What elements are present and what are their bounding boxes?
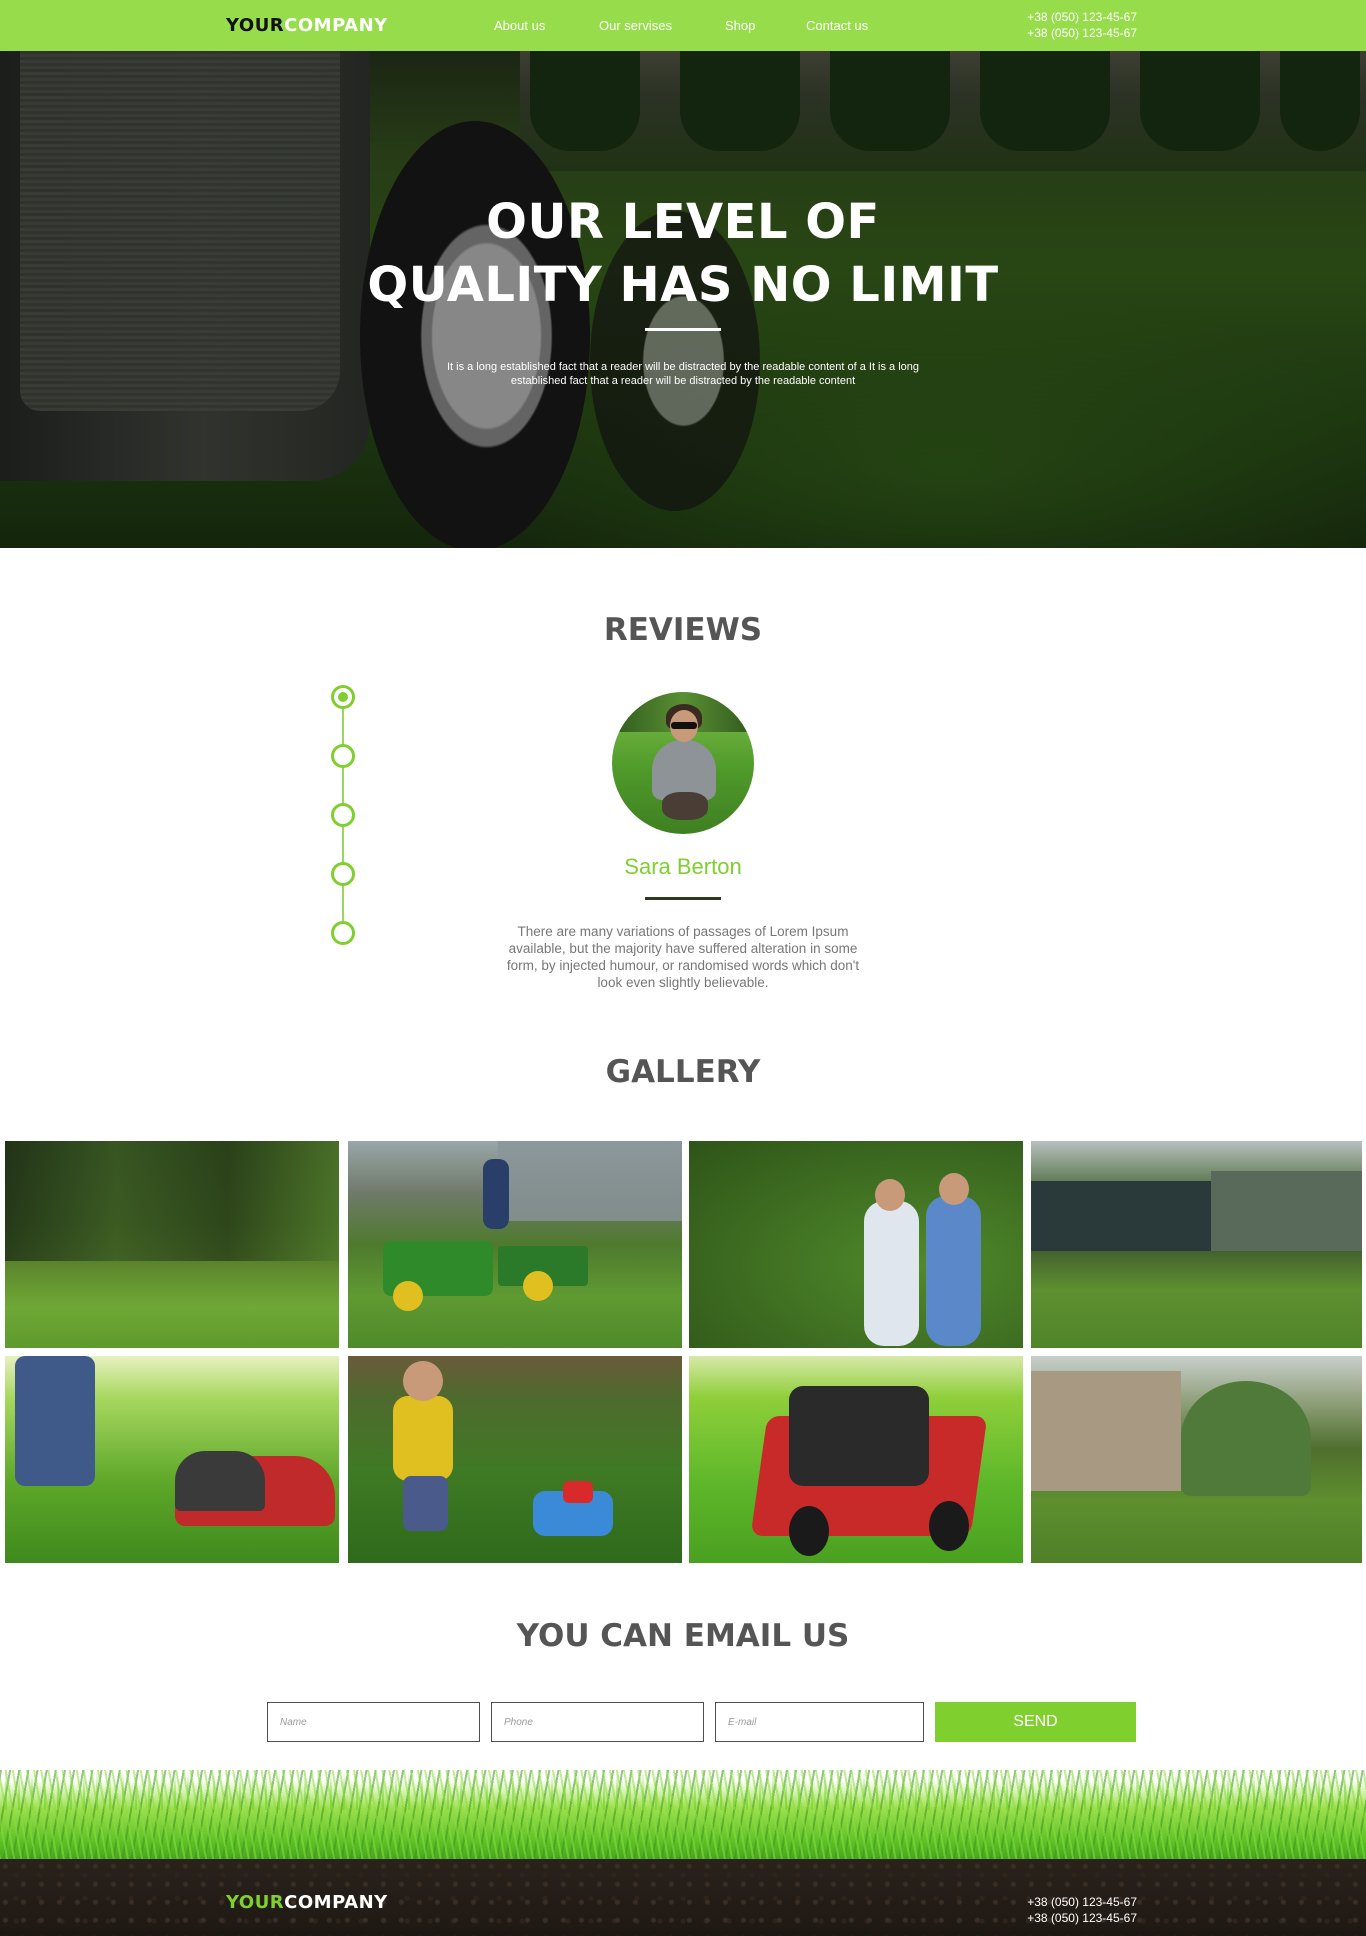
footer: YOURCOMPANY +38 (050) 123-45-67 +38 (050… <box>0 1859 1366 1936</box>
avatar-sunglasses <box>671 722 697 729</box>
phone-input[interactable] <box>491 1702 704 1742</box>
hero-title-line-2: QUALITY HAS NO LIMIT <box>367 257 999 313</box>
header-phone-2[interactable]: +38 (050) 123-45-67 <box>1027 25 1137 41</box>
gallery-image-children-on-grass[interactable] <box>689 1141 1023 1348</box>
review-slider-dot-2[interactable] <box>331 744 355 768</box>
footer-logo[interactable]: YOURCOMPANY <box>226 1892 388 1913</box>
gallery-image-house-yard[interactable] <box>1031 1141 1362 1348</box>
gallery-face <box>875 1179 905 1211</box>
gallery-girl <box>864 1201 919 1346</box>
gallery-mower-wheel <box>789 1506 829 1556</box>
footer-phones: +38 (050) 123-45-67 +38 (050) 123-45-67 <box>1027 1894 1137 1926</box>
hero-divider <box>645 328 721 331</box>
gallery-image-red-lawn-mower[interactable] <box>689 1356 1023 1563</box>
reviewer-avatar <box>612 692 754 834</box>
gallery-toy-mower-top <box>563 1481 593 1503</box>
avatar-shirt <box>652 740 716 800</box>
gallery-wheel <box>523 1271 553 1301</box>
gallery-house <box>1211 1171 1362 1251</box>
gallery-child-face <box>403 1361 443 1401</box>
gallery-child-shorts <box>403 1476 448 1531</box>
reviewer-divider <box>645 897 721 900</box>
footer-phone-1[interactable]: +38 (050) 123-45-67 <box>1027 1894 1137 1910</box>
gallery-image-push-mower[interactable] <box>5 1356 339 1563</box>
nav-link-our-services[interactable]: Our servises <box>599 18 672 33</box>
gallery-building <box>1031 1371 1181 1491</box>
gallery-title: GALLERY <box>605 1054 761 1090</box>
gallery-person <box>483 1159 509 1229</box>
gallery-trees <box>5 1141 339 1261</box>
review-slider-dot-3[interactable] <box>331 803 355 827</box>
reviewer-name: Sara Berton <box>624 854 742 879</box>
nav-link-shop[interactable]: Shop <box>725 18 755 33</box>
logo-part-your: YOUR <box>226 15 285 36</box>
logo-part-company: COMPANY <box>284 15 388 36</box>
nav-link-about-us[interactable]: About us <box>494 18 545 33</box>
review-text: There are many variations of passages of… <box>506 924 860 990</box>
gallery-image-toddler-toy-mower[interactable] <box>348 1356 682 1563</box>
gallery-legs <box>15 1356 95 1486</box>
hero-description: It is a long established fact that a rea… <box>446 361 920 387</box>
send-button[interactable]: SEND <box>935 1702 1136 1742</box>
footer-logo-part-company: COMPANY <box>284 1892 388 1913</box>
top-navbar: YOURCOMPANY About us Our servises Shop C… <box>0 0 1366 51</box>
gallery-face <box>939 1173 969 1205</box>
gallery-image-estate-lawn[interactable] <box>1031 1356 1362 1563</box>
gallery-boy <box>926 1196 981 1346</box>
footer-logo-part-your: YOUR <box>226 1892 285 1913</box>
review-slider-dot-1[interactable] <box>331 685 355 709</box>
nav-link-contact-us[interactable]: Contact us <box>806 18 868 33</box>
grass-blades <box>0 1770 1366 1810</box>
gallery-mower-wheel <box>929 1501 969 1551</box>
company-logo[interactable]: YOURCOMPANY <box>226 15 388 36</box>
gallery-image-riding-mower[interactable] <box>348 1141 682 1348</box>
hero-banner: OUR LEVEL OF QUALITY HAS NO LIMIT It is … <box>0 51 1366 548</box>
hero-title: OUR LEVEL OF QUALITY HAS NO LIMIT <box>0 191 1366 317</box>
gallery-mower-engine <box>175 1451 265 1511</box>
gallery-willow-tree <box>1181 1381 1311 1496</box>
gallery-image-park-lawn[interactable] <box>5 1141 339 1348</box>
email-input[interactable] <box>715 1702 924 1742</box>
footer-phone-2[interactable]: +38 (050) 123-45-67 <box>1027 1910 1137 1926</box>
reviews-title: REVIEWS <box>603 612 763 648</box>
gallery-house <box>498 1141 682 1221</box>
gallery-child-shirt <box>393 1396 453 1481</box>
avatar-dog <box>662 792 708 820</box>
review-slider-dot-5[interactable] <box>331 921 355 945</box>
gallery-house <box>1031 1181 1211 1251</box>
email-section-title: YOU CAN EMAIL US <box>516 1618 850 1654</box>
gallery-wheel <box>393 1281 423 1311</box>
name-input[interactable] <box>267 1702 480 1742</box>
gallery-mower-engine <box>789 1386 929 1486</box>
header-phone-1[interactable]: +38 (050) 123-45-67 <box>1027 9 1137 25</box>
header-phones: +38 (050) 123-45-67 +38 (050) 123-45-67 <box>1027 9 1137 41</box>
hero-title-line-1: OUR LEVEL OF <box>486 194 880 250</box>
